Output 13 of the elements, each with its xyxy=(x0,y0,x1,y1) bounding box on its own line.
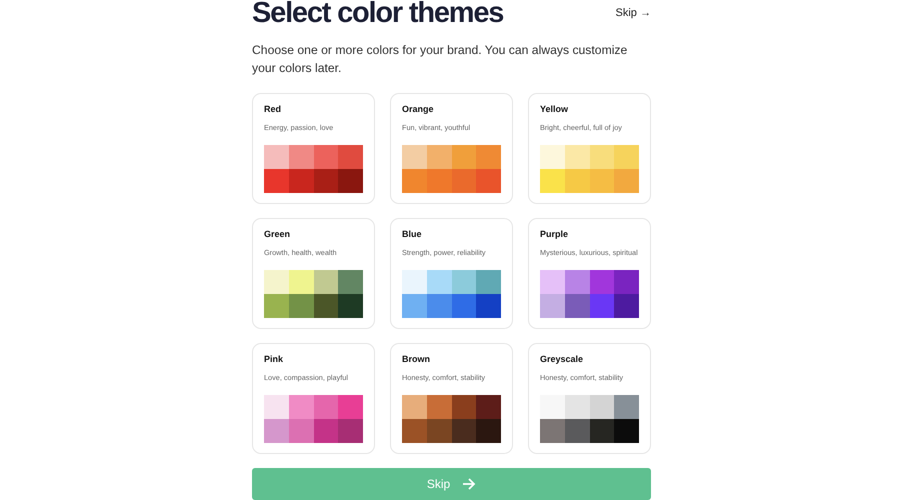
theme-name: Yellow xyxy=(540,104,570,114)
theme-name: Red xyxy=(264,104,282,114)
theme-name: Purple xyxy=(540,229,570,239)
theme-name: Brown xyxy=(402,354,431,364)
theme-name: Pink xyxy=(264,354,284,364)
subtitle: Choose one or more colors for your brand. You can always customize your colors later. xyxy=(252,42,628,77)
theme-name: Greyscale xyxy=(540,354,584,364)
skip-link[interactable]: Skip → xyxy=(616,7,651,19)
theme-name: Green xyxy=(264,229,292,239)
theme-name: Blue xyxy=(402,229,423,239)
page-title: Select color themes xyxy=(252,0,504,31)
arrow-icon xyxy=(462,478,476,490)
theme-name: Orange xyxy=(402,104,435,114)
